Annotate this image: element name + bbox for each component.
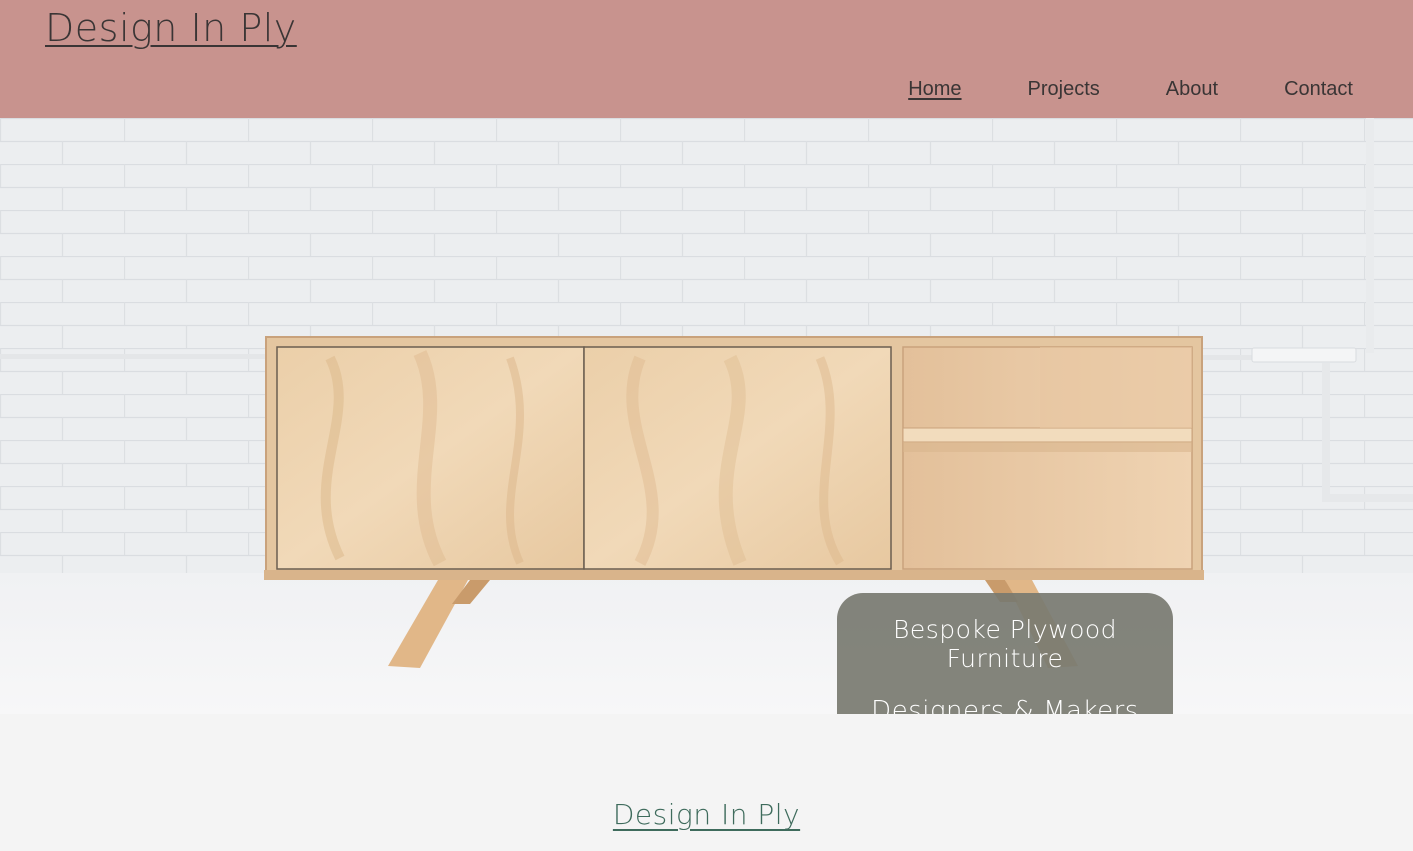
nav-item-home[interactable]: Home: [908, 78, 961, 101]
main-nav: Home Projects About Contact: [842, 78, 1353, 101]
site-header: Design In Ply Home Projects About Contac…: [0, 0, 1413, 118]
nav-item-about[interactable]: About: [1166, 78, 1218, 101]
hero-tagline: Bespoke Plywood Furniture: [892, 615, 1118, 673]
hero-subtagline: Designers & Makers: [871, 696, 1139, 714]
nav-item-contact[interactable]: Contact: [1284, 78, 1353, 101]
section-title-link[interactable]: Design In Ply: [613, 798, 800, 831]
nav-item-projects[interactable]: Projects: [1028, 78, 1100, 101]
site-title-link[interactable]: Design In Ply: [45, 6, 297, 50]
hero-banner: Bespoke Plywood Furniture Designers & Ma…: [0, 118, 1413, 714]
plywood-sideboard-image: [0, 118, 1413, 714]
hero-overlay-card: Bespoke Plywood Furniture Designers & Ma…: [837, 593, 1173, 714]
section-heading: Design In Ply: [0, 798, 1413, 831]
